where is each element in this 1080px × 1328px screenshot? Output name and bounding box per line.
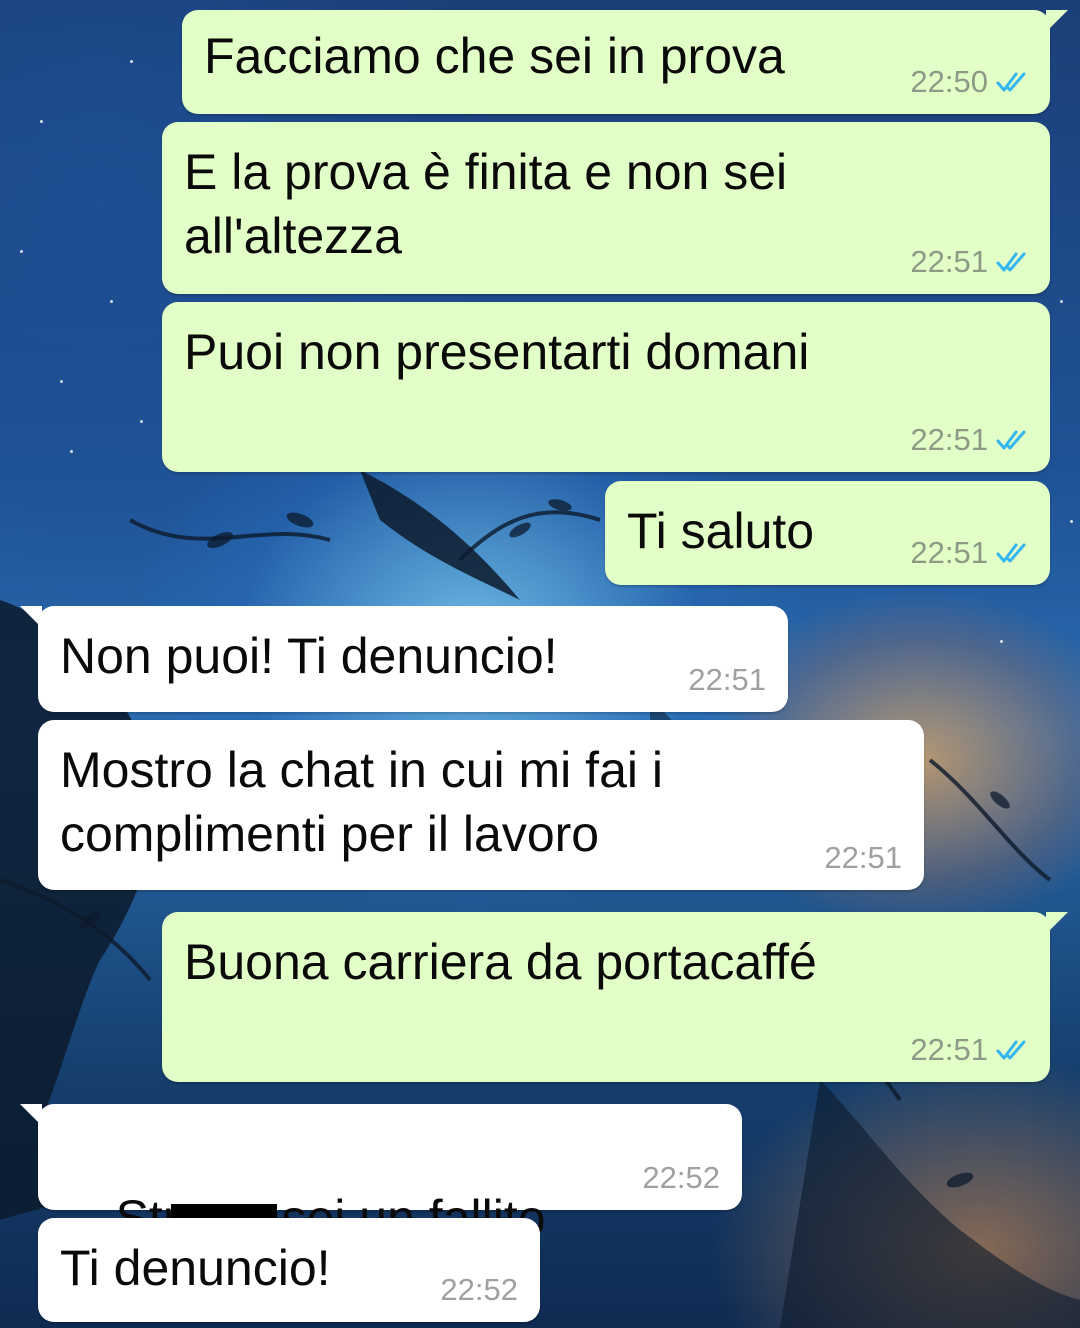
- message-meta: 22:51: [910, 246, 1028, 278]
- message-incoming[interactable]: Strsei un fallito 22:52: [20, 1104, 742, 1246]
- message-outgoing[interactable]: Puoi non presentarti domani 22:51: [162, 302, 1050, 472]
- message-time: 22:50: [910, 64, 988, 99]
- message-meta: 22:51: [910, 424, 1028, 456]
- message-time: 22:51: [910, 1032, 988, 1067]
- message-meta: 22:51: [824, 842, 902, 874]
- message-outgoing[interactable]: Facciamo che sei in prova 22:50: [182, 10, 1068, 114]
- double-check-icon: [996, 1040, 1026, 1060]
- message-text: E la prova è finita e non sei all'altezz…: [184, 144, 788, 264]
- message-text: Puoi non presentarti domani: [184, 324, 810, 380]
- message-time: 22:52: [642, 1160, 720, 1195]
- message-meta: 22:51: [910, 537, 1028, 569]
- message-meta: 22:52: [642, 1162, 720, 1194]
- bubble-tail: [1046, 10, 1068, 32]
- bubble-tail: [20, 1104, 42, 1126]
- message-incoming[interactable]: Ti denuncio! 22:52: [38, 1218, 540, 1322]
- double-check-icon: [996, 72, 1026, 92]
- message-meta: 22:51: [910, 1034, 1028, 1066]
- message-time: 22:51: [910, 535, 988, 570]
- message-time: 22:51: [688, 662, 766, 697]
- message-meta: 22:51: [688, 664, 766, 696]
- message-text: Buona carriera da portacaffé: [184, 934, 817, 990]
- message-outgoing[interactable]: Ti saluto 22:51: [605, 481, 1050, 585]
- message-text: Mostro la chat in cui mi fai i complimen…: [60, 742, 663, 862]
- message-outgoing[interactable]: E la prova è finita e non sei all'altezz…: [162, 122, 1050, 294]
- message-text: Non puoi! Ti denuncio!: [60, 628, 558, 684]
- bubble-tail: [20, 606, 42, 628]
- message-time: 22:51: [910, 244, 988, 279]
- message-time: 22:51: [910, 422, 988, 457]
- double-check-icon: [996, 430, 1026, 450]
- bubble-tail: [1046, 912, 1068, 934]
- double-check-icon: [996, 543, 1026, 563]
- double-check-icon: [996, 252, 1026, 272]
- message-time: 22:52: [440, 1272, 518, 1307]
- message-time: 22:51: [824, 840, 902, 875]
- message-meta: 22:50: [910, 66, 1028, 98]
- message-incoming[interactable]: Mostro la chat in cui mi fai i complimen…: [38, 720, 924, 890]
- message-outgoing[interactable]: Buona carriera da portacaffé 22:51: [162, 912, 1068, 1082]
- message-incoming[interactable]: Non puoi! Ti denuncio! 22:51: [20, 606, 788, 712]
- message-meta: 22:52: [440, 1274, 518, 1306]
- message-text: Facciamo che sei in prova: [204, 28, 785, 84]
